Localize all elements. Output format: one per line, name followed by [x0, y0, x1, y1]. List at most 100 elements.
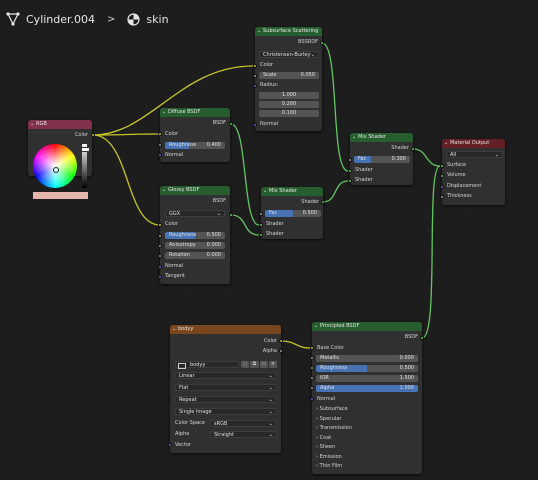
interpolation-dropdown[interactable]: Linear ⌄: [175, 372, 277, 379]
socket-glossy-out[interactable]: [229, 213, 233, 217]
color-space-dropdown[interactable]: sRGB ⌄: [210, 420, 277, 427]
chevron-down-icon[interactable]: ⌄: [444, 139, 448, 148]
socket-image-alpha-out[interactable]: [279, 349, 283, 353]
anisotropy-field[interactable]: Anisotropy 0.000: [165, 242, 225, 249]
socket-output-displacement[interactable]: [440, 185, 444, 189]
socket-output-surface[interactable]: [440, 164, 444, 168]
alpha-mode-dropdown[interactable]: Straight ⌄: [210, 431, 277, 438]
node-header[interactable]: ⌄ Mix Shader: [261, 187, 323, 196]
chevron-down-icon[interactable]: ⌄: [263, 187, 267, 196]
socket-principled-alpha[interactable]: [310, 386, 314, 390]
radius-x-field[interactable]: 1.000: [259, 92, 319, 99]
radius-z-field[interactable]: 0.100: [259, 110, 319, 117]
breadcrumb-object[interactable]: Cylinder.004: [26, 13, 95, 26]
alpha-field[interactable]: Alpha 1.000: [316, 385, 418, 392]
projection-dropdown[interactable]: Flat ⌄: [175, 384, 277, 391]
panel-emission[interactable]: › Emission: [316, 454, 342, 461]
chevron-down-icon[interactable]: ⌄: [314, 322, 318, 331]
node-header[interactable]: ⌄ Mix Shader: [350, 133, 413, 142]
socket-principled-normal[interactable]: [310, 397, 314, 401]
node-header[interactable]: ⌄ bodyy: [170, 325, 281, 334]
target-dropdown[interactable]: All ⌄: [446, 151, 503, 158]
socket-principled-roughness[interactable]: [310, 366, 314, 370]
fac-field[interactable]: Fac 0.500: [265, 210, 321, 217]
ior-field[interactable]: IOR 1.500: [316, 375, 418, 382]
node-mix-shader-2[interactable]: ⌄ Mix Shader Shader Fac 0.300 Shader Shad…: [350, 133, 413, 185]
node-diffuse-bsdf[interactable]: ⌄ Diffuse BSDF BSDF Color Roughness 0.400…: [160, 108, 230, 162]
panel-coat[interactable]: › Coat: [316, 435, 331, 442]
socket-mix1-fac[interactable]: [259, 212, 263, 216]
socket-image-color-out[interactable]: [279, 339, 283, 343]
roughness-field[interactable]: Roughness 0.500: [316, 365, 418, 372]
socket-mix1-out[interactable]: [321, 200, 325, 204]
node-header[interactable]: ⌄ RGB: [28, 120, 92, 129]
panel-specular[interactable]: › Specular: [316, 416, 341, 423]
socket-principled-out[interactable]: [420, 336, 424, 340]
chevron-down-icon[interactable]: ⌄: [162, 108, 166, 117]
chevron-down-icon[interactable]: ⌄: [172, 325, 176, 334]
distribution-dropdown[interactable]: GGX ⌄: [165, 210, 225, 217]
socket-principled-metallic[interactable]: [310, 356, 314, 360]
color-swatch[interactable]: [33, 192, 88, 199]
node-subsurface-scattering[interactable]: ⌄ Subsurface Scattering BSSRDF Christense…: [255, 27, 322, 131]
node-material-output[interactable]: ⌄ Material Output All ⌄ Surface Volume Dis…: [442, 139, 505, 205]
node-rgb[interactable]: ⌄ RGB Color: [28, 120, 92, 199]
socket-mix2-shader2[interactable]: [348, 179, 352, 183]
node-mix-shader-1[interactable]: ⌄ Mix Shader Shader Fac 0.500 Shader Shad…: [261, 187, 323, 239]
socket-glossy-color[interactable]: [158, 223, 162, 227]
node-header[interactable]: ⌄ Subsurface Scattering: [255, 27, 322, 36]
chevron-down-icon[interactable]: ⌄: [162, 186, 166, 195]
socket-sss-out[interactable]: [320, 41, 324, 45]
node-header[interactable]: ⌄ Diffuse BSDF: [160, 108, 230, 117]
scale-field[interactable]: Scale 0.050: [259, 72, 319, 79]
node-header[interactable]: ⌄ Material Output: [442, 139, 505, 148]
socket-sss-normal[interactable]: [253, 123, 257, 127]
socket-glossy-anisotropy[interactable]: [158, 244, 162, 248]
socket-rgb-color-out[interactable]: [91, 133, 95, 137]
close-icon[interactable]: ×: [268, 361, 277, 368]
chevron-down-icon[interactable]: ⌄: [30, 120, 34, 129]
panel-sheen[interactable]: › Sheen: [316, 444, 335, 451]
socket-image-vector[interactable]: [168, 443, 172, 447]
folder-icon[interactable]: ▭: [259, 361, 268, 368]
roughness-field[interactable]: Roughness 0.400: [165, 142, 225, 149]
socket-glossy-normal[interactable]: [158, 265, 162, 269]
value-slider-handle[interactable]: [81, 147, 90, 152]
color-wheel[interactable]: [33, 144, 77, 188]
socket-glossy-rotation[interactable]: [158, 254, 162, 258]
socket-diffuse-color[interactable]: [158, 132, 162, 136]
radius-y-field[interactable]: 0.200: [259, 101, 319, 108]
fac-field[interactable]: Fac 0.300: [354, 156, 410, 163]
copy-icon[interactable]: ⧉: [250, 361, 259, 368]
socket-diffuse-normal[interactable]: [158, 153, 162, 157]
extension-dropdown[interactable]: Repeat ⌄: [175, 396, 277, 403]
color-wheel-cursor[interactable]: [53, 167, 59, 173]
rotation-field[interactable]: Rotation 0.000: [165, 252, 225, 259]
chevron-down-icon[interactable]: ⌄: [257, 27, 261, 36]
socket-glossy-tangent[interactable]: [158, 275, 162, 279]
panel-transmission[interactable]: › Transmission: [316, 425, 352, 432]
node-glossy-bsdf[interactable]: ⌄ Glossy BSDF BSDF GGX ⌄ Color Roughness 0…: [160, 186, 230, 284]
socket-glossy-roughness[interactable]: [158, 234, 162, 238]
socket-sss-radius[interactable]: [253, 84, 257, 88]
socket-sss-scale[interactable]: [253, 74, 257, 78]
socket-principled-base-color[interactable]: [310, 346, 314, 350]
chevron-down-icon[interactable]: ⌄: [352, 133, 356, 142]
fake-user-icon[interactable]: ◌: [241, 361, 250, 368]
panel-subsurface[interactable]: › Subsurface: [316, 406, 348, 413]
panel-thin-film[interactable]: › Thin Film: [316, 463, 342, 470]
socket-principled-ior[interactable]: [310, 376, 314, 380]
node-header[interactable]: ⌄ Glossy BSDF: [160, 186, 230, 195]
node-principled-bsdf[interactable]: ⌄ Principled BSDF BSDF Base Color Metalli…: [312, 322, 422, 474]
socket-mix1-shader1[interactable]: [259, 223, 263, 227]
image-selector[interactable]: bodyy: [175, 361, 239, 369]
metallic-field[interactable]: Metallic 0.000: [316, 355, 418, 362]
socket-sss-color[interactable]: [253, 64, 257, 68]
socket-mix2-fac[interactable]: [348, 158, 352, 162]
method-dropdown[interactable]: Christensen-Burley ⌄: [259, 51, 319, 58]
socket-mix2-out[interactable]: [411, 147, 415, 151]
socket-mix1-shader2[interactable]: [259, 233, 263, 237]
source-dropdown[interactable]: Single Image ⌄: [175, 408, 277, 415]
socket-output-volume[interactable]: [440, 174, 444, 178]
breadcrumb-material[interactable]: skin: [146, 13, 168, 26]
